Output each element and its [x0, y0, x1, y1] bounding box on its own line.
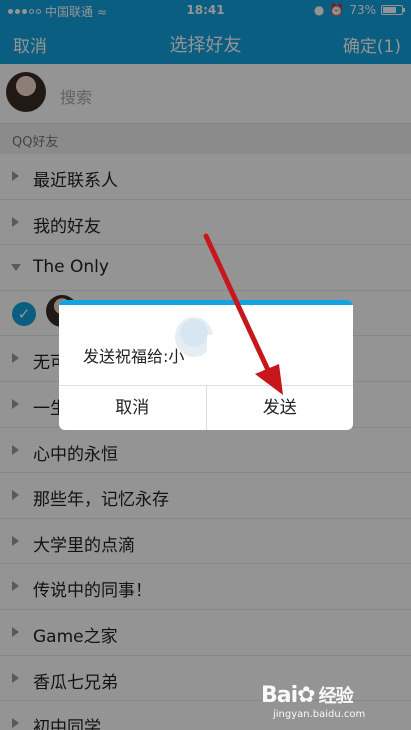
dialog-message: 发送祝福给:小 [83, 347, 185, 366]
paw-icon: ✿ [297, 683, 315, 708]
dialog-cancel-button[interactable]: 取消 [59, 386, 206, 430]
watermark-brand: Bai✿ 经验 [261, 683, 354, 708]
watermark-url: jingyan.baidu.com [273, 709, 366, 720]
dialog-buttons: 取消 发送 [59, 385, 353, 430]
baidu-jingyan-watermark: Bai✿ 经验 jingyan.baidu.com [261, 682, 401, 724]
send-blessing-dialog: 发送祝福给:小 取消 发送 [59, 300, 353, 430]
redacted-name-block [207, 335, 237, 375]
dialog-send-button[interactable]: 发送 [205, 386, 354, 430]
dialog-accent-bar [59, 300, 353, 305]
